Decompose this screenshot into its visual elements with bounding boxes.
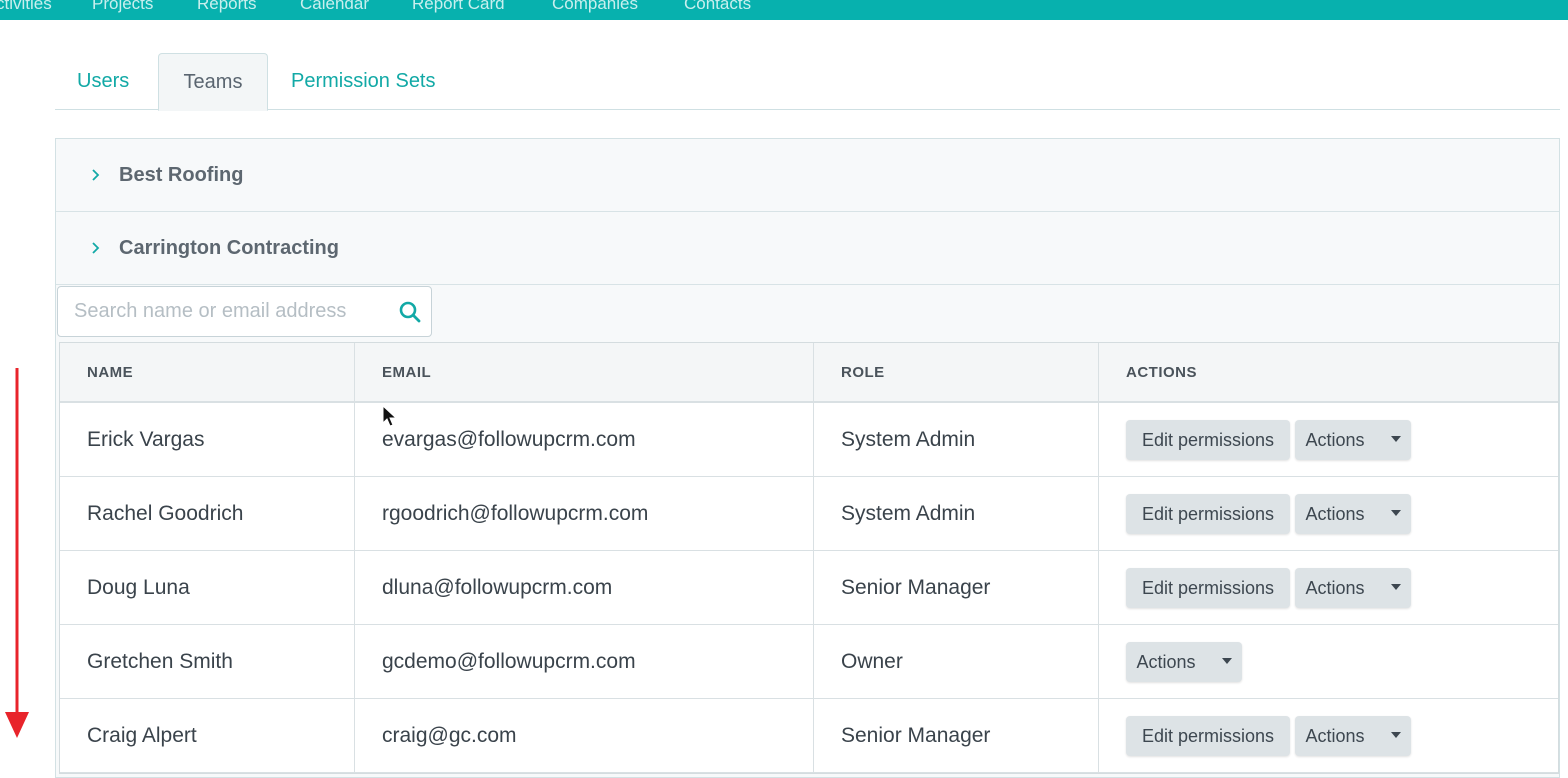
column-header-actions: ACTIONS: [1126, 364, 1197, 381]
actions-label: Actions: [1136, 652, 1196, 672]
member-role: Senior Manager: [841, 724, 991, 747]
edit-permissions-button[interactable]: Edit permissions: [1126, 716, 1290, 756]
column-divider: [813, 477, 814, 550]
column-divider: [813, 403, 814, 476]
caret-down-icon: [1390, 584, 1401, 591]
member-email: evargas@followupcrm.com: [382, 428, 636, 451]
search-input[interactable]: [74, 287, 384, 336]
member-email: gcdemo@followupcrm.com: [382, 650, 636, 673]
scroll-down-arrow-annotation: [5, 368, 29, 738]
nav-item-report-card[interactable]: Report Card: [412, 0, 505, 14]
nav-item-activities[interactable]: ctivities: [0, 0, 52, 14]
member-name: Erick Vargas: [87, 428, 205, 451]
table-row: Rachel Goodrich rgoodrich@followupcrm.co…: [60, 477, 1558, 551]
actions-dropdown-button[interactable]: Actions: [1126, 642, 1242, 682]
tab-teams[interactable]: Teams: [158, 53, 268, 111]
column-divider: [354, 477, 355, 550]
table-header: NAME EMAIL ROLE ACTIONS: [60, 343, 1558, 403]
actions-dropdown-button[interactable]: Actions: [1295, 716, 1411, 756]
member-name: Doug Luna: [87, 576, 190, 599]
member-email: craig@gc.com: [382, 724, 517, 747]
column-divider: [1098, 625, 1099, 698]
actions-label: Actions: [1305, 726, 1365, 746]
member-search-box: [57, 286, 432, 337]
team-name: Best Roofing: [119, 164, 244, 186]
column-divider: [1098, 477, 1099, 550]
nav-item-projects[interactable]: Projects: [92, 0, 153, 14]
edit-permissions-button[interactable]: Edit permissions: [1126, 568, 1290, 608]
table-row: Erick Vargas evargas@followupcrm.com Sys…: [60, 403, 1558, 477]
top-navigation-bar: ctivities Projects Reports Calendar Repo…: [0, 0, 1568, 20]
mouse-cursor-icon: [382, 405, 398, 427]
team-group-best-roofing[interactable]: Best Roofing: [56, 139, 1559, 212]
chevron-right-icon: [92, 242, 100, 254]
actions-label: Actions: [1305, 504, 1365, 524]
edit-permissions-button[interactable]: Edit permissions: [1126, 420, 1290, 460]
caret-down-icon: [1390, 510, 1401, 517]
column-divider: [813, 699, 814, 772]
column-divider: [1098, 403, 1099, 476]
edit-permissions-button[interactable]: Edit permissions: [1126, 494, 1290, 534]
actions-label: Actions: [1305, 430, 1365, 450]
table-row: Gretchen Smith gcdemo@followupcrm.com Ow…: [60, 625, 1558, 699]
actions-label: Actions: [1305, 578, 1365, 598]
team-members-table: NAME EMAIL ROLE ACTIONS Erick Vargas eva…: [59, 342, 1559, 774]
actions-dropdown-button[interactable]: Actions: [1295, 568, 1411, 608]
search-icon[interactable]: [398, 300, 422, 324]
nav-item-contacts[interactable]: Contacts: [684, 0, 751, 14]
column-divider: [354, 551, 355, 624]
member-role: System Admin: [841, 428, 976, 451]
member-name: Craig Alpert: [87, 724, 197, 747]
column-divider: [813, 551, 814, 624]
teams-panel: Best Roofing Carrington Contracting NAME…: [55, 138, 1560, 778]
column-divider: [813, 343, 814, 401]
tab-users[interactable]: Users: [77, 53, 157, 110]
member-name: Rachel Goodrich: [87, 502, 244, 525]
chevron-right-icon: [92, 169, 100, 181]
member-role: Owner: [841, 650, 903, 673]
table-row: Craig Alpert craig@gc.com Senior Manager…: [60, 699, 1558, 773]
column-divider: [813, 625, 814, 698]
member-role: System Admin: [841, 502, 976, 525]
actions-dropdown-button[interactable]: Actions: [1295, 494, 1411, 534]
team-group-carrington-contracting[interactable]: Carrington Contracting: [56, 212, 1559, 285]
tab-permission-sets[interactable]: Permission Sets: [291, 53, 471, 110]
column-header-email: EMAIL: [382, 364, 432, 381]
column-header-role: ROLE: [841, 364, 885, 381]
member-name: Gretchen Smith: [87, 650, 233, 673]
caret-down-icon: [1390, 732, 1401, 739]
caret-down-icon: [1390, 436, 1401, 443]
column-divider: [354, 403, 355, 476]
member-role: Senior Manager: [841, 576, 991, 599]
member-email: rgoodrich@followupcrm.com: [382, 502, 649, 525]
member-email: dluna@followupcrm.com: [382, 576, 613, 599]
column-header-name: NAME: [87, 364, 134, 381]
team-name: Carrington Contracting: [119, 237, 339, 259]
column-divider: [1098, 699, 1099, 772]
column-divider: [354, 343, 355, 401]
nav-item-reports[interactable]: Reports: [197, 0, 257, 14]
table-row: Doug Luna dluna@followupcrm.com Senior M…: [60, 551, 1558, 625]
caret-down-icon: [1221, 658, 1232, 665]
actions-dropdown-button[interactable]: Actions: [1295, 420, 1411, 460]
settings-tabs: Users Teams Permission Sets: [55, 53, 1560, 111]
column-divider: [1098, 343, 1099, 401]
column-divider: [354, 699, 355, 772]
column-divider: [354, 625, 355, 698]
nav-item-companies[interactable]: Companies: [552, 0, 638, 14]
nav-item-calendar[interactable]: Calendar: [300, 0, 369, 14]
column-divider: [1098, 551, 1099, 624]
